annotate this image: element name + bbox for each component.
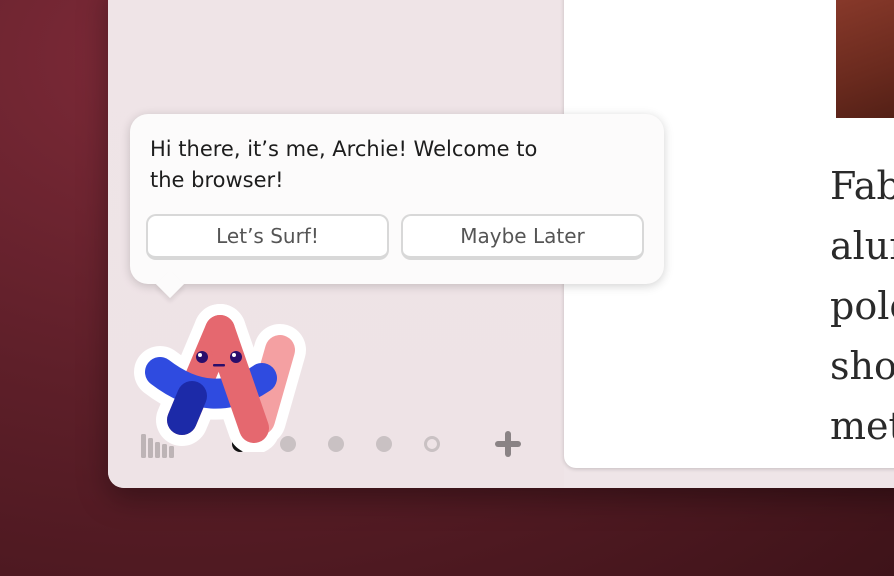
article-line: shor bbox=[830, 344, 894, 388]
article-line: pole bbox=[830, 284, 894, 328]
article-line: met bbox=[830, 404, 894, 448]
space-dot-5[interactable] bbox=[424, 436, 440, 452]
space-dot-3[interactable] bbox=[328, 436, 344, 452]
space-dot-4[interactable] bbox=[376, 436, 392, 452]
tooltip-message: Hi there, it’s me, Archie! Welcome to th… bbox=[150, 137, 538, 192]
plus-icon[interactable] bbox=[492, 428, 524, 460]
article-hero-image bbox=[836, 0, 894, 118]
onboarding-tooltip: Hi there, it’s me, Archie! Welcome to th… bbox=[130, 114, 664, 299]
lets-surf-button[interactable]: Let’s Surf! bbox=[146, 214, 389, 260]
article-text: Fab alum pole shor met bbox=[830, 156, 894, 456]
article-line: Fab bbox=[830, 164, 894, 208]
archie-mascot-icon[interactable] bbox=[132, 300, 314, 452]
maybe-later-button[interactable]: Maybe Later bbox=[401, 214, 644, 260]
article-line: alum bbox=[830, 224, 894, 268]
